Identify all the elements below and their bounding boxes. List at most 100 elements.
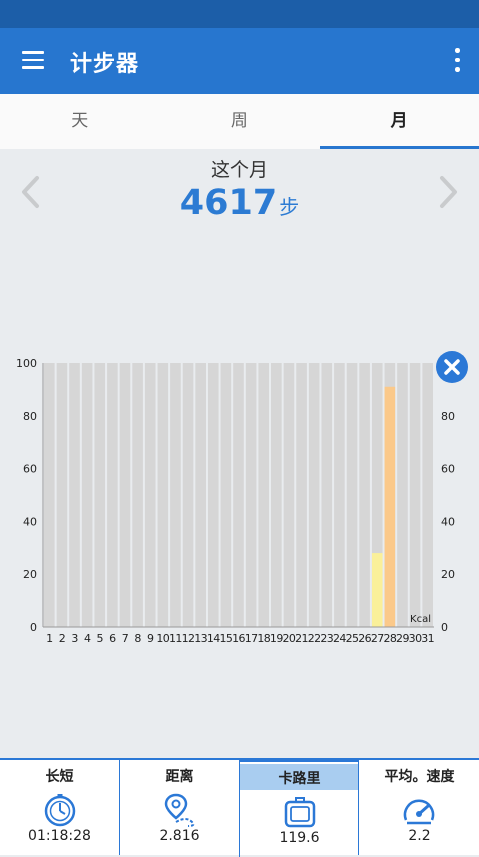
bar-background <box>182 363 194 627</box>
bar-background <box>321 363 333 627</box>
hamburger-menu-icon[interactable] <box>22 51 44 69</box>
x-tick-label: 10 <box>156 632 169 645</box>
right-y-tick-label: 0 <box>441 621 448 634</box>
x-tick-label: 2 <box>59 632 65 645</box>
bar-background <box>94 363 106 627</box>
bar-background <box>271 363 282 627</box>
right-y-tick-label: 60 <box>441 463 455 476</box>
x-tick-label: 24 <box>333 632 346 645</box>
x-tick-label: 17 <box>245 632 258 645</box>
stat-calories[interactable]: 卡路里 119.6 <box>239 758 359 857</box>
x-tick-label: 8 <box>134 632 141 645</box>
bar-background <box>346 363 358 627</box>
x-tick-label: 30 <box>409 632 422 645</box>
bar <box>384 386 396 627</box>
y-tick-label: 0 <box>30 621 37 634</box>
y-tick-label: 40 <box>23 515 37 528</box>
stopwatch-icon <box>44 794 76 827</box>
x-tick-label: 22 <box>308 632 321 645</box>
stat-distance[interactable]: 距离 2.816 <box>119 760 239 855</box>
y-tick-label: 80 <box>23 410 37 423</box>
bar-background <box>157 363 169 627</box>
bar-background <box>422 363 433 627</box>
x-tick-label: 28 <box>383 632 396 645</box>
stat-label: 平均。速度 <box>384 769 455 785</box>
steps-total: 4617 步 <box>0 183 479 223</box>
stat-value: 119.6 <box>279 830 320 846</box>
stat-value: 2.2 <box>408 828 431 844</box>
unit-label: Kcal <box>410 614 431 625</box>
route-pin-icon <box>164 793 195 827</box>
next-period-icon[interactable] <box>437 172 461 212</box>
speedometer-icon <box>403 799 435 825</box>
bar <box>371 553 383 627</box>
x-tick-label: 13 <box>194 632 207 645</box>
bar-background <box>44 363 55 627</box>
x-tick-label: 27 <box>371 632 384 645</box>
tab-week[interactable]: 周 <box>160 94 320 149</box>
x-tick-label: 5 <box>97 632 104 645</box>
x-tick-label: 31 <box>421 632 434 645</box>
stat-value: 2.816 <box>159 828 200 844</box>
right-y-tick-label: 20 <box>441 568 455 581</box>
previous-period-icon[interactable] <box>18 172 42 212</box>
x-tick-label: 1 <box>46 632 52 645</box>
stat-label: 距离 <box>165 769 194 785</box>
stat-average-speed[interactable]: 平均。速度 2.2 <box>358 760 479 855</box>
x-tick-label: 12 <box>182 632 195 645</box>
bar-background <box>195 363 206 627</box>
steps-value: 4617 <box>179 183 278 223</box>
bar-background <box>359 363 370 627</box>
bar-background <box>170 363 181 627</box>
more-options-icon[interactable] <box>453 48 461 72</box>
steps-unit: 步 <box>279 195 300 219</box>
bar-background <box>334 363 345 627</box>
x-tick-label: 16 <box>232 632 245 645</box>
bar-background <box>69 363 80 627</box>
x-tick-label: 21 <box>295 632 308 645</box>
bar-background <box>308 363 320 627</box>
bar-background <box>220 363 232 627</box>
stat-label: 卡路里 <box>240 764 359 790</box>
y-tick-label: 60 <box>23 463 37 476</box>
bar-background <box>233 363 244 627</box>
x-tick-label: 7 <box>122 632 129 645</box>
right-y-tick-label: 40 <box>441 515 455 528</box>
bar-background <box>283 363 295 627</box>
bar-background <box>296 363 307 627</box>
bar-background <box>397 363 408 627</box>
scale-icon <box>284 797 316 828</box>
tab-month[interactable]: 月 <box>319 94 479 149</box>
bar-background <box>258 363 270 627</box>
x-tick-label: 23 <box>320 632 333 645</box>
x-tick-label: 15 <box>219 632 232 645</box>
tab-indicator <box>320 146 479 149</box>
x-tick-label: 11 <box>169 632 182 645</box>
y-tick-label: 20 <box>23 568 37 581</box>
app-title: 计步器 <box>70 52 140 77</box>
stat-label: 长短 <box>45 769 74 785</box>
bar-background <box>81 363 93 627</box>
x-tick-label: 9 <box>147 632 154 645</box>
close-icon <box>444 359 460 375</box>
x-tick-label: 26 <box>358 632 371 645</box>
right-y-tick-label: 80 <box>441 410 455 423</box>
tab-day[interactable]: 天 <box>0 94 160 149</box>
close-chart-button[interactable] <box>436 351 468 383</box>
bar-background <box>207 363 219 627</box>
bar-background <box>245 363 257 627</box>
period-label: 这个月 <box>210 159 268 181</box>
x-tick-label: 6 <box>109 632 116 645</box>
bar-background <box>56 363 68 627</box>
bar-background <box>107 363 118 627</box>
app-bar: 计步器 <box>0 28 479 94</box>
x-tick-label: 19 <box>270 632 283 645</box>
stat-value: 01:18:28 <box>28 828 91 844</box>
x-tick-label: 3 <box>71 632 78 645</box>
stat-duration[interactable]: 长短 01:18:28 <box>0 760 119 855</box>
x-tick-label: 18 <box>257 632 270 645</box>
status-bar <box>0 0 479 28</box>
calories-chart: 0204060801000204060801 2 3 4 5 6 7 8 9 10 11 12 13 14… <box>16 357 455 645</box>
bar-background <box>119 363 131 627</box>
bar-background <box>144 363 156 627</box>
